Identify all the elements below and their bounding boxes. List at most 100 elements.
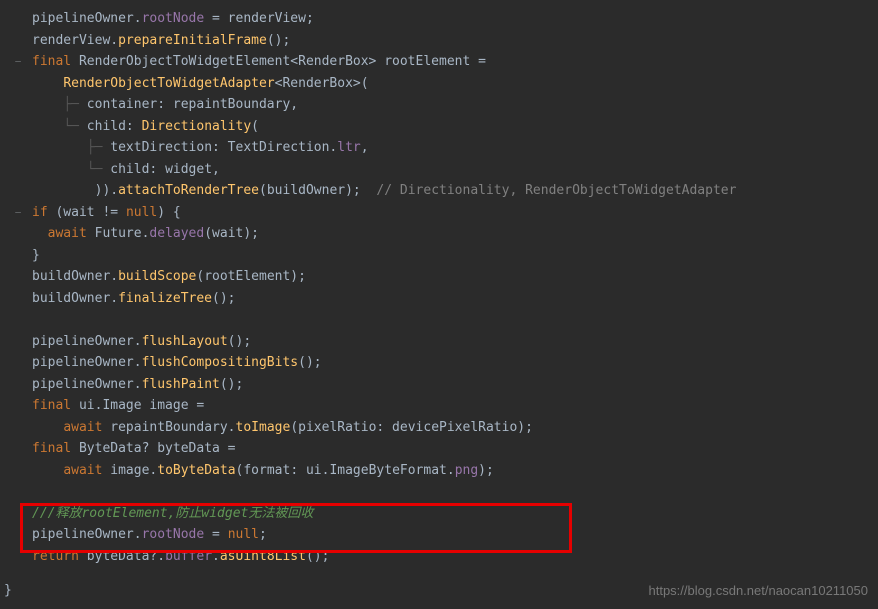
fold-icon[interactable]: − [15,51,22,73]
code-line-blank [8,481,878,503]
indent-guide: └─ [63,119,86,134]
indent-guide: ├─ [87,140,110,155]
code-text: (pixelRatio: devicePixelRatio); [290,420,533,435]
code-text: buildOwner. [32,269,118,284]
code-line: −if (wait != null) { [8,202,878,224]
code-text: (); [212,291,235,306]
code-method: finalizeTree [118,291,212,306]
code-line: final ui.Image image = [8,395,878,417]
code-line: await repaintBoundary.toImage(pixelRatio… [8,417,878,439]
code-method: buildScope [118,269,196,284]
code-editor[interactable]: pipelineOwner.rootNode = renderView; ren… [0,0,878,575]
code-text: ; [259,527,267,542]
code-text: container: repaintBoundary, [87,97,298,112]
code-method: toByteData [157,463,235,478]
code-text: pipelineOwner. [32,334,142,349]
code-text: (); [267,33,290,48]
code-text: pipelineOwner. [32,11,142,26]
code-keyword: await [48,226,87,241]
indent-guide: └─ [87,162,110,177]
code-text: child: [87,119,142,134]
code-property: png [455,463,478,478]
code-text: ui.Image image = [71,398,204,413]
code-method: prepareInitialFrame [118,33,267,48]
code-method: delayed [149,226,204,241]
code-text: } [32,248,40,263]
code-line: )).attachToRenderTree(buildOwner); // Di… [8,180,878,202]
code-line: return byteData?.buffer.asUint8List(); [8,546,878,568]
code-text: (); [220,377,243,392]
code-keyword: await [63,463,102,478]
code-text: (format: ui.ImageByteFormat. [236,463,455,478]
code-keyword: await [63,420,102,435]
code-line: buildOwner.finalizeTree(); [8,288,878,310]
code-method: toImage [236,420,291,435]
code-keyword: return [32,549,79,564]
closing-brace: } [4,580,12,602]
fold-icon[interactable]: − [15,202,22,224]
code-keyword: final [32,398,71,413]
code-line: await Future.delayed(wait); [8,223,878,245]
watermark-text: https://blog.csdn.net/naocan10211050 [649,580,869,602]
code-text: ByteData? byteData = [71,441,235,456]
code-text: . [212,549,220,564]
code-keyword: final [32,441,71,456]
code-text: pipelineOwner. [32,527,142,542]
code-text: )). [95,183,118,198]
code-text: = renderView; [204,11,314,26]
code-text: (); [298,355,321,370]
code-text: buildOwner. [32,291,118,306]
code-text: (); [228,334,251,349]
code-line: renderView.prepareInitialFrame(); [8,30,878,52]
code-line: └─ child: widget, [8,159,878,181]
code-line: pipelineOwner.flushPaint(); [8,374,878,396]
code-method: flushPaint [142,377,220,392]
code-method: asUint8List [220,549,306,564]
code-line: buildOwner.buildScope(rootElement); [8,266,878,288]
code-comment: // Directionality, RenderObjectToWidgetA… [361,183,737,198]
code-keyword: null [126,205,157,220]
code-line: pipelineOwner.rootNode = null; [8,524,878,546]
code-text: renderView. [32,33,118,48]
code-line: ├─ container: repaintBoundary, [8,94,878,116]
code-class: Directionality [142,119,252,134]
code-text: (); [306,549,329,564]
code-text: RenderObjectToWidgetElement<RenderBox> r… [71,54,486,69]
code-line: └─ child: Directionality( [8,116,878,138]
code-line: final ByteData? byteData = [8,438,878,460]
code-text: = [204,527,227,542]
indent-guide: ├─ [63,97,86,112]
code-text: repaintBoundary. [102,420,235,435]
code-text: (buildOwner); [259,183,361,198]
code-text: (rootElement); [196,269,306,284]
code-line: ///释放rootElement,防止widget无法被回收 [8,503,878,525]
code-text: Future. [87,226,150,241]
code-text: ( [251,119,259,134]
code-text: , [361,140,369,155]
code-property: rootNode [142,527,205,542]
code-method: attachToRenderTree [118,183,259,198]
code-property: rootNode [142,11,205,26]
code-line-blank [8,309,878,331]
code-text: textDirection: TextDirection. [110,140,337,155]
code-keyword: final [32,54,71,69]
code-line: RenderObjectToWidgetAdapter<RenderBox>( [8,73,878,95]
code-line: ├─ textDirection: TextDirection.ltr, [8,137,878,159]
code-property: ltr [337,140,360,155]
code-line: await image.toByteData(format: ui.ImageB… [8,460,878,482]
code-text: (wait); [204,226,259,241]
code-line: pipelineOwner.flushLayout(); [8,331,878,353]
code-text: (wait != [48,205,126,220]
code-text: ); [478,463,494,478]
code-line: } [8,245,878,267]
code-keyword: if [32,205,48,220]
code-text: child: widget, [110,162,220,177]
code-comment-doc: ///释放rootElement,防止widget无法被回收 [32,506,313,521]
code-line: pipelineOwner.flushCompositingBits(); [8,352,878,374]
code-keyword: null [228,527,259,542]
code-text: pipelineOwner. [32,355,142,370]
code-property: buffer [165,549,212,564]
code-method: flushLayout [142,334,228,349]
code-method: flushCompositingBits [142,355,299,370]
code-text: image. [102,463,157,478]
